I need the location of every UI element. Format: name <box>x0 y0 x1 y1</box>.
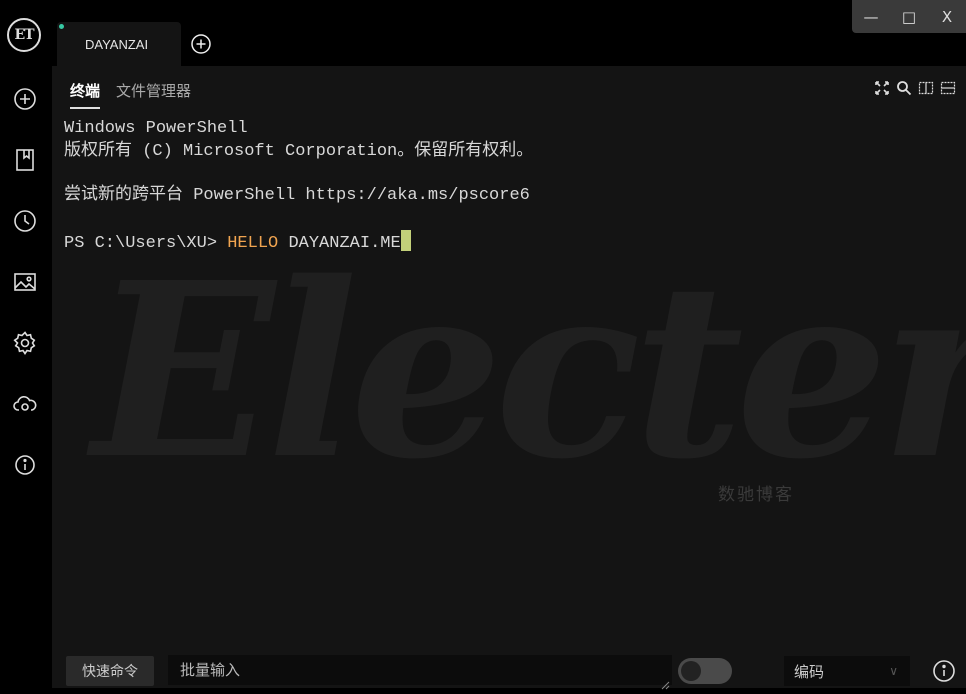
electerm-watermark: Electerm <box>92 230 966 512</box>
fullscreen-icon[interactable] <box>874 80 890 96</box>
encoding-select[interactable]: 编码 ∨ <box>784 656 910 686</box>
toggle-knob <box>681 661 701 681</box>
cloud-sync-icon[interactable] <box>13 392 37 416</box>
add-icon[interactable] <box>13 87 37 111</box>
info-icon[interactable] <box>13 453 37 477</box>
terminal-prompt-line: PS C:\Users\XU> HELLO DAYANZAI.ME <box>64 229 533 256</box>
tab-bar: DAYANZAI <box>52 0 966 66</box>
command-text: HELLO <box>227 233 279 253</box>
tab-file-manager[interactable]: 文件管理器 <box>116 80 191 109</box>
tab-label: DAYANZAI <box>85 36 149 52</box>
terminal-cursor <box>400 229 411 251</box>
sub-tabs: 终端 文件管理器 <box>70 80 191 109</box>
terminal-toolbar <box>874 80 956 96</box>
prompt: PS C:\Users\XU> <box>64 233 228 253</box>
batch-toggle[interactable] <box>678 658 732 684</box>
split-vertical-icon[interactable] <box>918 80 934 96</box>
split-horizontal-icon[interactable] <box>940 80 956 96</box>
minimize-button[interactable]: — <box>852 8 890 26</box>
terminal-line: 版权所有 (C) Microsoft Corporation。保留所有权利。 <box>64 141 534 161</box>
tab-status-dot <box>59 24 64 29</box>
search-icon[interactable] <box>896 80 912 96</box>
resize-grip-icon[interactable] <box>660 675 670 690</box>
command-argument: DAYANZAI.ME <box>278 233 401 253</box>
terminal-output: Windows PowerShell 版权所有 (C) Microsoft Cor… <box>64 118 533 255</box>
terminal-line: 尝试新的跨平台 PowerShell https://aka.ms/pscore… <box>64 186 530 206</box>
app-logo[interactable]: ET <box>7 18 41 52</box>
quick-command-button[interactable]: 快速命令 <box>66 656 154 686</box>
tab-terminal[interactable]: 终端 <box>70 80 101 109</box>
window-controls: — □ X <box>852 0 966 33</box>
tab-dayanzai[interactable]: DAYANZAI <box>57 22 181 66</box>
maximize-button[interactable]: □ <box>890 8 928 26</box>
info-icon[interactable] <box>932 659 956 683</box>
gear-icon[interactable] <box>13 331 37 355</box>
bottom-bar: 快速命令 编码 ∨ <box>52 655 966 690</box>
image-icon[interactable] <box>13 270 37 294</box>
chevron-down-icon: ∨ <box>889 664 898 678</box>
close-button[interactable]: X <box>928 8 966 26</box>
terminal-panel[interactable]: Electerm 数驰博客 终端 文件管理器 Windows PowerShel… <box>52 66 966 688</box>
batch-input-field[interactable] <box>168 655 672 685</box>
encoding-label: 编码 <box>794 662 825 681</box>
terminal-line: Windows PowerShell <box>64 119 248 138</box>
add-tab-icon[interactable] <box>190 33 212 55</box>
history-icon[interactable] <box>13 209 37 233</box>
sidebar: ET <box>0 0 52 688</box>
bookmark-icon[interactable] <box>13 148 37 172</box>
watermark-text: 数驰博客 <box>718 485 794 505</box>
